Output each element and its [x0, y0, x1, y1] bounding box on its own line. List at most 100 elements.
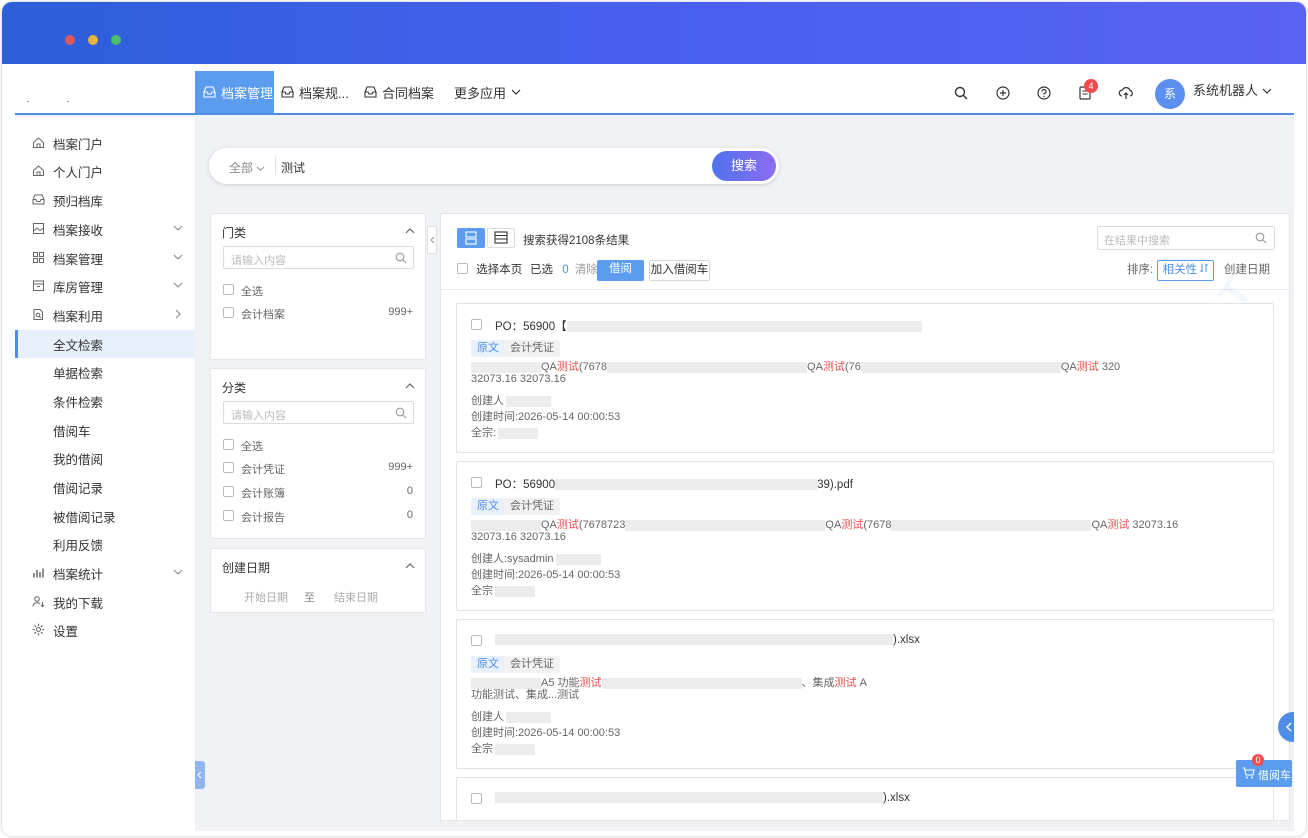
minimize-window-dot[interactable]	[88, 35, 98, 45]
sidebar-item-label: 档案管理	[53, 252, 104, 267]
chevron-up-icon[interactable]	[405, 561, 415, 571]
tab-more-apps[interactable]: 更多应用	[454, 71, 526, 113]
start-date-input[interactable]: 开始日期	[244, 589, 288, 605]
add-to-cart-button[interactable]: 加入借阅车	[649, 260, 710, 281]
sidebar-item-archive-receive[interactable]: 档案接收	[15, 215, 195, 243]
checkbox[interactable]	[223, 486, 234, 497]
sidebar-item-archive-statistics[interactable]: 档案统计	[15, 559, 195, 587]
fonds: 全宗	[471, 582, 535, 598]
result-title[interactable]: PO：56900【	[495, 318, 922, 334]
tag-category[interactable]: 会计凭证	[504, 498, 560, 515]
result-checkbox[interactable]	[471, 319, 482, 330]
sidebar-collapse-button[interactable]	[195, 761, 205, 789]
redacted-text	[555, 553, 601, 565]
result-checkbox[interactable]	[471, 635, 482, 646]
search-scope-select[interactable]: 全部	[229, 159, 265, 176]
filter-option[interactable]: 会计档案 999+	[223, 306, 413, 322]
tag-original[interactable]: 原文	[471, 498, 505, 515]
checkbox[interactable]	[223, 462, 234, 473]
help-icon[interactable]	[1036, 85, 1052, 101]
result-card[interactable]: PO：56900 39).pdf 原文 会计凭证 QA测试(7678723 QA测试(76…	[456, 461, 1274, 611]
box-icon	[33, 280, 44, 291]
sidebar-item-pre-archive[interactable]: 预归档库	[15, 186, 195, 214]
title-suffix: ).xlsx	[883, 792, 910, 804]
search-within-results-input[interactable]: 在结果中搜索	[1097, 226, 1275, 250]
avatar[interactable]: 系	[1155, 79, 1185, 109]
search-button[interactable]: 搜索	[712, 151, 776, 181]
borrow-cart-button[interactable]: 0 借阅车	[1236, 754, 1292, 787]
tab-archive-management[interactable]: 档案管理	[195, 71, 274, 113]
redacted-text	[495, 634, 893, 646]
checkbox[interactable]	[457, 263, 468, 274]
highlight-text: 测试	[834, 677, 857, 689]
sidebar-item-archive-management[interactable]: 档案管理	[15, 244, 195, 272]
category-filter-input[interactable]: 请输入内容	[223, 246, 414, 269]
tag-category[interactable]: 会计凭证	[504, 340, 560, 357]
result-card[interactable]: ).xlsx 原文 会计凭证 A5 功能测试 、集成测试 A 功能测试、集成...测试 创建…	[456, 619, 1274, 769]
select-page-checkbox[interactable]: 选择本页	[457, 261, 522, 277]
snippet-text: QA	[825, 519, 842, 531]
search-icon[interactable]	[953, 85, 969, 101]
list-view-button[interactable]	[487, 228, 515, 248]
result-title[interactable]: PO：56900 39).pdf	[495, 476, 853, 492]
sidebar-item-portal[interactable]: 档案门户	[15, 129, 195, 157]
sidebar-item-borrow-cart[interactable]: 借阅车	[15, 416, 195, 444]
result-card[interactable]: ).xlsx	[456, 777, 1274, 820]
tag-category[interactable]: 会计凭证	[504, 656, 560, 673]
filter-option[interactable]: 全选	[223, 438, 413, 454]
sidebar-item-warehouse-management[interactable]: 库房管理	[15, 272, 195, 300]
classification-filter-input[interactable]: 请输入内容	[223, 401, 414, 424]
add-circle-icon[interactable]	[995, 85, 1011, 101]
user-menu[interactable]: 系统机器人	[1193, 80, 1272, 99]
snippet-text: 320	[1098, 361, 1121, 373]
sidebar-item-archive-use[interactable]: 档案利用	[15, 301, 195, 329]
cloud-upload-icon[interactable]	[1118, 85, 1134, 101]
sidebar-item-my-borrow[interactable]: 我的借阅	[15, 444, 195, 472]
chevron-up-icon[interactable]	[405, 226, 415, 236]
sidebar-item-condition-search[interactable]: 条件检索	[15, 387, 195, 415]
tab-archive-rules[interactable]: 档案规...	[281, 71, 349, 113]
sidebar-item-my-downloads[interactable]: 我的下载	[15, 588, 195, 616]
sidebar-item-borrowed-records[interactable]: 被借阅记录	[15, 502, 195, 530]
checkbox[interactable]	[223, 439, 234, 450]
result-title[interactable]: ).xlsx	[495, 792, 910, 804]
result-card[interactable]: PO：56900【 原文 会计凭证 QA测试(7678 QA测试(76 QA测试 320 3…	[456, 303, 1274, 453]
filter-option[interactable]: 会计账簿 0	[223, 485, 413, 501]
card-view-button[interactable]	[457, 228, 485, 248]
snippet-text: QA	[1091, 519, 1108, 531]
checkbox[interactable]	[223, 284, 234, 295]
creator: 创建人:sysadmin	[471, 550, 601, 566]
tag-original[interactable]: 原文	[471, 340, 505, 357]
maximize-window-dot[interactable]	[111, 35, 121, 45]
sort-relevance-button[interactable]: 相关性	[1157, 260, 1214, 281]
sidebar-item-settings[interactable]: 设置	[15, 616, 195, 644]
end-date-input[interactable]: 结束日期	[334, 589, 378, 605]
chevron-up-icon[interactable]	[405, 381, 415, 391]
clear-selection-link[interactable]: 清除	[575, 264, 598, 276]
search-input[interactable]: 测试	[281, 159, 305, 176]
result-title[interactable]: ).xlsx	[495, 634, 920, 646]
chevron-down-icon	[173, 282, 183, 288]
sidebar-item-use-feedback[interactable]: 利用反馈	[15, 530, 195, 558]
sidebar: 档案门户 个人门户 预归档库 档案接收档案管理库房管理 档案利用 全文检索 单据检索 条件检索…	[15, 117, 195, 831]
filter-option[interactable]: 全选	[223, 283, 413, 299]
float-toggle-button[interactable]	[1278, 712, 1294, 742]
result-checkbox[interactable]	[471, 477, 482, 488]
borrow-button[interactable]: 借阅	[597, 260, 644, 281]
checkbox[interactable]	[223, 510, 234, 521]
snippet-text: (7678723	[578, 519, 626, 531]
filter-option[interactable]: 会计凭证 999+	[223, 461, 413, 477]
sidebar-item-fulltext-search[interactable]: 全文检索	[15, 330, 195, 358]
tag-original[interactable]: 原文	[471, 656, 505, 673]
list-view-icon	[494, 231, 508, 244]
filter-option[interactable]: 会计报告 0	[223, 509, 413, 525]
sidebar-item-borrow-records[interactable]: 借阅记录	[15, 473, 195, 501]
result-checkbox[interactable]	[471, 793, 482, 804]
checkbox[interactable]	[223, 307, 234, 318]
tab-contract-archive[interactable]: 合同档案	[364, 71, 434, 113]
sidebar-item-personal-portal[interactable]: 个人门户	[15, 157, 195, 185]
notification-badge: 4	[1084, 79, 1098, 93]
filter-collapse-button[interactable]	[427, 226, 437, 254]
sidebar-item-document-search[interactable]: 单据检索	[15, 358, 195, 386]
close-window-dot[interactable]	[65, 35, 75, 45]
